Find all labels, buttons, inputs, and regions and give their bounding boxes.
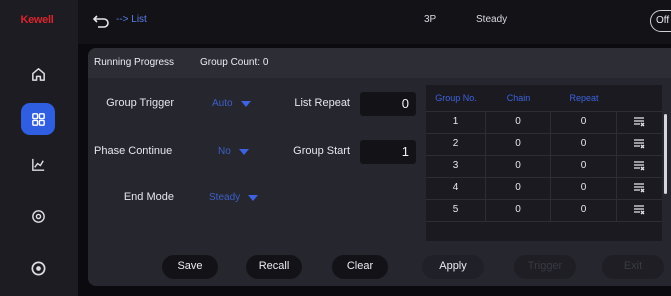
cell-repeat[interactable]: 0 bbox=[551, 112, 617, 134]
mode-indicator: Steady bbox=[476, 14, 508, 25]
exit-button[interactable]: Exit bbox=[602, 255, 664, 279]
header-repeat: Repeat bbox=[569, 93, 599, 103]
phase-continue-value: No bbox=[218, 146, 231, 157]
table-scrollbar[interactable] bbox=[664, 114, 667, 194]
cell-repeat[interactable]: 0 bbox=[551, 134, 617, 156]
sidebar-item-about[interactable] bbox=[22, 252, 54, 284]
group-trigger-select[interactable]: Auto bbox=[212, 98, 251, 109]
save-button[interactable]: Save bbox=[162, 255, 218, 279]
cell-group: 5 bbox=[426, 200, 486, 222]
header-actions bbox=[617, 85, 662, 111]
sidebar-item-home[interactable] bbox=[22, 58, 54, 90]
row-edit-icon[interactable] bbox=[634, 117, 645, 127]
trigger-button[interactable]: Trigger bbox=[514, 255, 576, 279]
running-progress-label: Running Progress bbox=[94, 57, 175, 68]
table-row[interactable]: 1 0 0 bbox=[426, 111, 662, 134]
cell-chain[interactable]: 0 bbox=[486, 178, 551, 200]
grid-icon bbox=[31, 112, 45, 126]
table-header: Group No. Chain Repeat bbox=[426, 85, 662, 111]
chevron-down-icon bbox=[248, 194, 259, 201]
chevron-down-icon bbox=[238, 148, 249, 155]
recall-button[interactable]: Recall bbox=[246, 255, 302, 279]
end-mode-label: End Mode bbox=[123, 191, 174, 203]
chevron-down-icon bbox=[240, 100, 251, 107]
table-row[interactable]: 3 0 0 bbox=[426, 155, 662, 178]
row-edit-icon[interactable] bbox=[634, 161, 645, 171]
group-trigger-label: Group Trigger bbox=[106, 97, 174, 109]
table-row[interactable]: 2 0 0 bbox=[426, 133, 662, 156]
settings-icon bbox=[31, 209, 45, 223]
group-trigger-value: Auto bbox=[212, 98, 233, 109]
panel-header: Running Progress Group Count: 0 bbox=[88, 48, 671, 78]
row-edit-icon[interactable] bbox=[634, 183, 645, 193]
group-start-label: Group Start bbox=[293, 145, 350, 157]
breadcrumb[interactable]: --> List bbox=[116, 14, 147, 25]
sidebar-item-settings[interactable] bbox=[22, 200, 54, 232]
group-start-input[interactable]: 1 bbox=[360, 140, 416, 164]
list-repeat-label: List Repeat bbox=[294, 97, 350, 109]
back-arrow-icon[interactable] bbox=[92, 13, 110, 29]
cell-chain[interactable]: 0 bbox=[486, 200, 551, 222]
end-mode-select[interactable]: Steady bbox=[209, 192, 259, 203]
end-mode-value: Steady bbox=[209, 192, 241, 203]
cell-group: 3 bbox=[426, 156, 486, 178]
clear-button[interactable]: Clear bbox=[332, 255, 388, 279]
list-panel: Running Progress Group Count: 0 Group Tr… bbox=[88, 48, 671, 286]
table-row[interactable]: 4 0 0 bbox=[426, 177, 662, 200]
sidebar-item-chart[interactable] bbox=[22, 148, 54, 180]
row-edit-icon[interactable] bbox=[634, 205, 645, 215]
apply-button[interactable]: Apply bbox=[422, 255, 484, 279]
phase-indicator: 3P bbox=[424, 14, 437, 25]
cell-repeat[interactable]: 0 bbox=[551, 200, 617, 222]
output-toggle[interactable]: Off bbox=[650, 10, 671, 32]
cell-repeat[interactable]: 0 bbox=[551, 156, 617, 178]
cell-chain[interactable]: 0 bbox=[486, 156, 551, 178]
top-bar: --> List 3P Steady Off bbox=[78, 0, 671, 44]
sidebar-item-list[interactable] bbox=[21, 103, 55, 135]
phase-continue-label: Phase Continue bbox=[94, 145, 173, 157]
cell-chain[interactable]: 0 bbox=[486, 134, 551, 156]
chart-icon bbox=[31, 158, 44, 171]
cell-group: 2 bbox=[426, 134, 486, 156]
list-repeat-input[interactable]: 0 bbox=[360, 92, 416, 116]
group-count-label: Group Count: 0 bbox=[200, 57, 269, 68]
cell-group: 4 bbox=[426, 178, 486, 200]
phase-continue-select[interactable]: No bbox=[218, 146, 249, 157]
sidebar: Kewell bbox=[0, 0, 78, 296]
group-table: Group No. Chain Repeat 1 0 0 2 0 0 3 0 0… bbox=[426, 85, 662, 241]
app-logo: Kewell bbox=[20, 14, 54, 26]
header-group-no: Group No. bbox=[435, 93, 477, 103]
row-edit-icon[interactable] bbox=[634, 139, 645, 149]
table-row[interactable]: 5 0 0 bbox=[426, 199, 662, 222]
cell-chain[interactable]: 0 bbox=[486, 112, 551, 134]
header-chain: Chain bbox=[506, 93, 531, 103]
cell-group: 1 bbox=[426, 112, 486, 134]
table-row bbox=[426, 221, 662, 241]
home-icon bbox=[31, 67, 45, 81]
cell-repeat[interactable]: 0 bbox=[551, 178, 617, 200]
circle-logo-icon bbox=[31, 261, 45, 275]
